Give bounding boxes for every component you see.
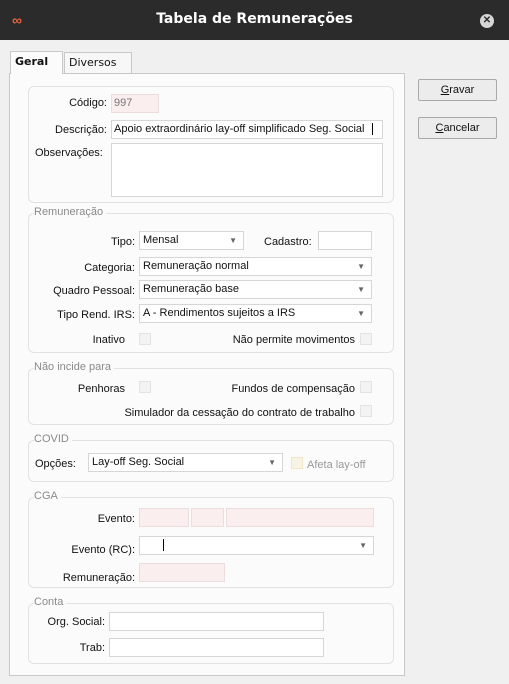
remuneracao-group-title: Remuneração [34,206,107,218]
chevron-down-icon: ▼ [359,541,367,550]
close-icon[interactable]: ✕ [480,14,494,28]
window-title: Tabela de Remunerações [156,11,353,27]
cga-group-title: CGA [34,490,61,502]
evento-rc-label: Evento (RC): [71,544,135,556]
chevron-down-icon: ▼ [268,458,276,467]
conta-group-title: Conta [34,596,67,608]
chevron-down-icon: ▼ [357,285,365,294]
nao-incide-group-title: Não incide para [34,361,115,373]
tipo-label: Tipo: [110,236,135,248]
opcoes-select[interactable]: Lay-off Seg. Social ▼ [88,453,283,472]
chevron-down-icon: ▼ [229,236,237,245]
inativo-checkbox[interactable] [139,333,151,345]
save-button[interactable]: Gravar [418,79,497,101]
simulador-cessacao-label: Simulador da cessação do contrato de tra… [124,407,355,419]
quadro-pessoal-label: Quadro Pessoal: [53,285,135,297]
observacoes-textarea[interactable] [111,143,383,197]
descricao-label: Descrição: [55,124,107,136]
chevron-down-icon: ▼ [357,262,365,271]
evento-code-field[interactable] [139,508,189,527]
quadro-pessoal-select[interactable]: Remuneração base ▼ [139,280,372,299]
covid-group-title: COVID [34,433,72,445]
codigo-field[interactable]: 997 [111,94,159,113]
observacoes-label: Observações: [35,147,103,159]
text-caret [163,539,164,551]
tipo-rend-irs-select[interactable]: A - Rendimentos sujeitos a IRS ▼ [139,304,372,323]
remuneracao-cga-label: Remuneração: [62,572,135,584]
tab-geral[interactable]: Geral [10,51,63,74]
opcoes-label: Opções: [35,458,76,470]
text-caret [372,123,373,135]
penhoras-label: Penhoras [77,383,125,395]
org-social-field[interactable] [109,612,324,631]
nao-permite-movimentos-label: Não permite movimentos [232,334,355,346]
trab-field[interactable] [109,638,324,657]
evento-description-field[interactable] [226,508,374,527]
evento-label: Evento: [97,513,135,525]
title-bar: ∞ Tabela de Remunerações ✕ [0,0,509,40]
codigo-label: Código: [69,97,107,109]
fundos-compensacao-checkbox[interactable] [360,381,372,393]
cadastro-field[interactable] [318,231,372,250]
chevron-down-icon: ▼ [357,309,365,318]
penhoras-checkbox[interactable] [139,381,151,393]
categoria-label: Categoria: [84,262,135,274]
evento-type-field[interactable] [191,508,224,527]
remuneracao-cga-field[interactable] [139,563,225,582]
evento-rc-select[interactable]: ▼ [139,536,374,555]
simulador-cessacao-checkbox[interactable] [360,405,372,417]
inativo-label: Inativo [92,334,125,346]
categoria-select[interactable]: Remuneração normal ▼ [139,257,372,276]
tipo-rend-irs-label: Tipo Rend. IRS: [57,309,135,321]
descricao-field[interactable]: Apoio extraordinário lay-off simplificad… [111,120,383,139]
org-social-label: Org. Social: [47,616,105,628]
nao-permite-movimentos-checkbox[interactable] [360,333,372,345]
afeta-layoff-checkbox[interactable] [291,457,303,469]
tipo-select[interactable]: Mensal ▼ [139,231,244,250]
cadastro-label: Cadastro: [264,236,312,248]
trab-label: Trab: [79,642,105,654]
cancel-button[interactable]: Cancelar [418,117,497,139]
tab-diversos[interactable]: Diversos [64,52,132,74]
fundos-compensacao-label: Fundos de compensação [231,383,355,395]
afeta-layoff-label: Afeta lay-off [307,459,366,471]
